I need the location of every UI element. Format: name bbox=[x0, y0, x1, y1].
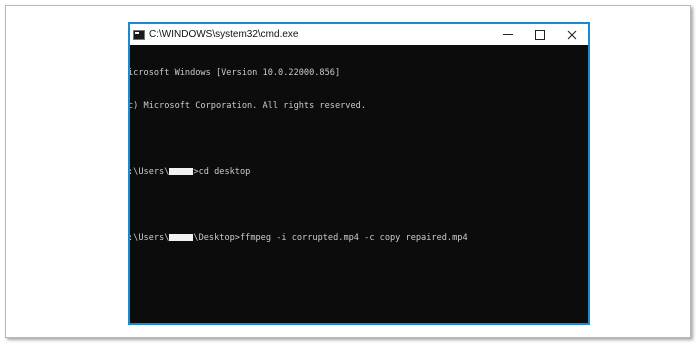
cmd-window[interactable]: C:\WINDOWS\system32\cmd.exe icrosoft Win… bbox=[128, 22, 590, 325]
screenshot-frame: C:\WINDOWS\system32\cmd.exe icrosoft Win… bbox=[5, 5, 691, 338]
console-prompt-ffmpeg: :\Users\ \Desktop>ffmpeg -i corrupted.mp4… bbox=[128, 233, 588, 244]
prompt-command: \Desktop>ffmpeg -i corrupted.mp4 -c copy… bbox=[193, 233, 468, 243]
cmd-icon bbox=[133, 29, 145, 40]
window-title: C:\WINDOWS\system32\cmd.exe bbox=[149, 29, 299, 40]
console-line-copyright: c) Microsoft Corporation. All rights res… bbox=[128, 101, 366, 111]
window-controls bbox=[492, 24, 588, 45]
title-bar[interactable]: C:\WINDOWS\system32\cmd.exe bbox=[130, 24, 588, 45]
minimize-button[interactable] bbox=[492, 24, 524, 45]
close-button[interactable] bbox=[556, 24, 588, 45]
prompt-command: >cd desktop bbox=[193, 167, 251, 177]
prompt-path: :\Users\ bbox=[128, 233, 170, 243]
console-prompt-cd: :\Users\ >cd desktop bbox=[128, 167, 588, 178]
redacted-username bbox=[169, 234, 194, 241]
redacted-username bbox=[169, 168, 194, 175]
close-icon bbox=[567, 30, 577, 39]
prompt-path: :\Users\ bbox=[128, 167, 170, 177]
console-output[interactable]: icrosoft Windows [Version 10.0.22000.856… bbox=[130, 45, 588, 323]
console-line-version: icrosoft Windows [Version 10.0.22000.856… bbox=[128, 68, 341, 78]
maximize-icon bbox=[535, 29, 545, 40]
maximize-button[interactable] bbox=[524, 24, 556, 45]
minimize-icon bbox=[503, 34, 513, 35]
